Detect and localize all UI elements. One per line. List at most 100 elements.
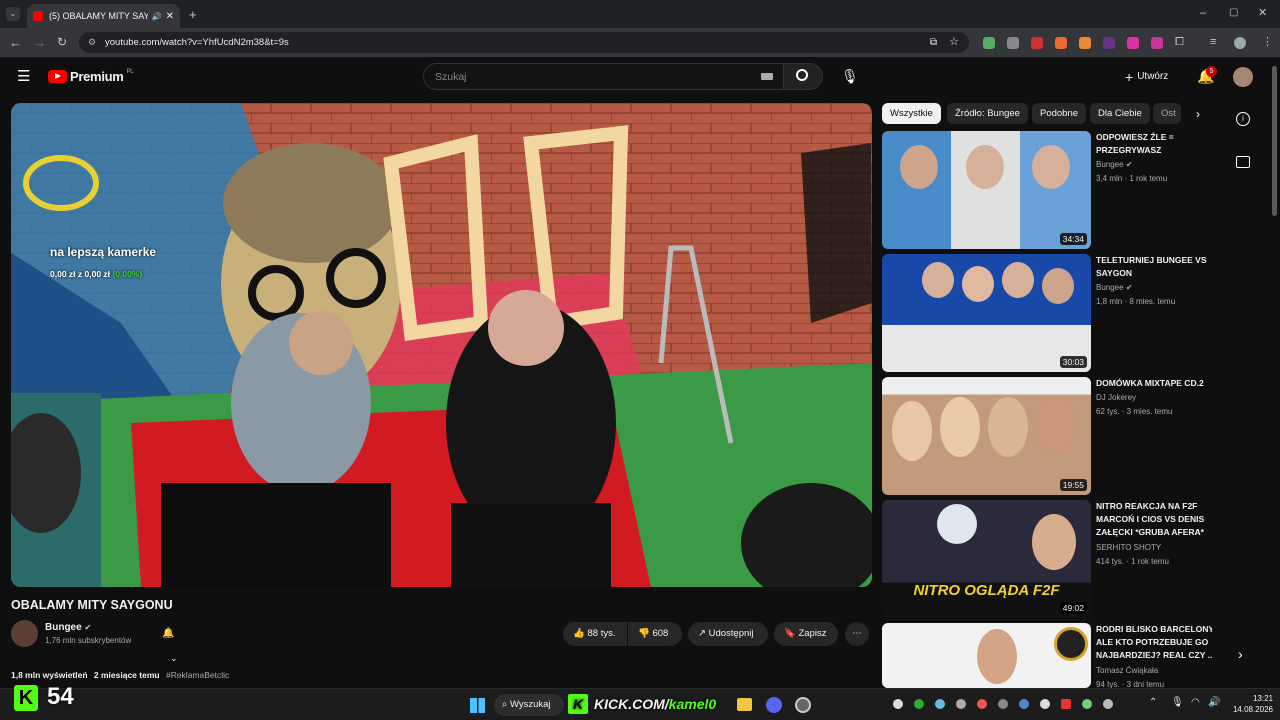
hashtag-link[interactable]: #ReklamaBetclic [166,670,229,680]
chip-recent[interactable]: Ost [1153,103,1181,124]
chip-source[interactable]: Źródło: Bungee [947,103,1028,124]
video-thumbnail[interactable]: 30:03 [882,254,1091,372]
microphone-icon[interactable]: 🎙 [841,69,859,83]
reload-icon[interactable]: ↻ [57,36,67,48]
recommendation-title[interactable]: RODRI BLISKO BARCELONY, ALE KTO POTRZEBU… [1096,623,1212,662]
volume-icon[interactable]: 🔊 [1208,697,1220,708]
clock[interactable]: 13:21 14.08.2026 [1227,693,1273,715]
extension-icon[interactable] [1031,37,1043,49]
video-thumbnail[interactable] [882,623,1091,688]
site-info-icon[interactable]: ⚙ [88,32,96,53]
description-box[interactable]: 1,8 mln wyświetleń 2 miesiące temu #Rekl… [11,670,870,688]
like-button[interactable]: 👍 88 tys. [563,622,627,646]
wifi-icon[interactable]: ◠ [1191,697,1200,708]
tray-app-icon[interactable] [1019,699,1029,709]
video-thumbnail[interactable]: NITRO OGLĄDA F2F 49:02 [882,500,1091,618]
recommendation-title[interactable]: ODPOWIESZ ŹLE = PRZEGRYWASZ [1096,131,1216,157]
share-button[interactable]: ↗ Udostępnij [688,622,768,646]
channel-name[interactable]: Bungee ✔ [45,622,91,633]
start-icon[interactable] [470,698,485,713]
tray-app-icon[interactable] [1082,699,1092,709]
recommendation-title[interactable]: DOMÓWKA MIXTAPE CD.2 [1096,377,1216,390]
recommendation-title[interactable]: NITRO REAKCJA NA F2F MARCOŃ I CIOS VS DE… [1096,500,1216,539]
profile-avatar-icon[interactable] [1234,37,1246,49]
extension-icon[interactable] [983,37,995,49]
extension-icon[interactable] [1079,37,1091,49]
discord-icon[interactable] [766,697,782,713]
chip-similar[interactable]: Podobne [1032,103,1087,124]
minimize-icon[interactable]: – [1200,8,1206,19]
extension-icon[interactable] [1103,37,1115,49]
browser-tab[interactable]: (5) OBALAMY MITY SAYGONU 🔊 ✕ [27,4,180,28]
channel-avatar[interactable] [11,620,38,647]
chrome-icon[interactable] [795,697,811,713]
chat-icon[interactable] [1236,156,1250,168]
forward-icon[interactable]: → [33,36,46,49]
tray-app-icon[interactable] [893,699,903,709]
maximize-icon[interactable]: ▢ [1229,8,1238,18]
extension-icon[interactable] [1055,37,1067,49]
browser-menu-icon[interactable]: ⋮ [1262,37,1273,48]
extensions-puzzle-icon[interactable]: ⧠ [1175,37,1184,48]
tray-app-icon[interactable] [935,699,945,709]
new-tab-icon[interactable]: + [189,8,197,21]
chevron-up-icon[interactable]: ⌃ [1149,697,1157,708]
recommendation-meta: 414 tys. · 1 rok temu [1096,557,1169,566]
tab-close-icon[interactable]: ✕ [166,11,174,22]
tray-app-icon[interactable] [1061,699,1071,709]
tray-app-icon[interactable] [956,699,966,709]
tab-menu-icon[interactable]: ⌄ [6,7,20,21]
video-thumbnail[interactable]: 34:34 [882,131,1091,249]
file-explorer-icon[interactable] [737,698,752,711]
extension-icon[interactable] [1151,37,1163,49]
search-input[interactable]: Szukaj [423,63,784,90]
tray-app-icon[interactable] [998,699,1008,709]
chip-all[interactable]: Wszystkie [882,103,941,124]
install-icon[interactable]: ⧉ [930,32,937,53]
recommendation-title[interactable]: TELETURNIEJ BUNGEE VS SAYGON [1096,254,1216,280]
account-avatar[interactable] [1233,67,1253,87]
create-button[interactable]: + Utwórz [1125,67,1168,87]
tray-app-icon[interactable] [1103,699,1113,709]
create-label: Utwórz [1137,71,1169,82]
speaker-icon[interactable]: 🔊 [152,12,162,21]
close-window-icon[interactable]: ✕ [1258,8,1267,19]
recommendation-card[interactable]: 34:34 ODPOWIESZ ŹLE = PRZEGRYWASZ Bungee… [882,131,1212,249]
address-bar[interactable]: ⚙ youtube.com/watch?v=YhfUcdN2m38&t=9s ⧉… [79,32,969,53]
hamburger-menu-icon[interactable]: ☰ [17,69,30,84]
recommendation-channel[interactable]: Bungee ✔ [1096,283,1133,292]
video-thumbnail[interactable]: 19:55 [882,377,1091,495]
back-icon[interactable]: ← [9,36,22,49]
tray-app-icon[interactable] [914,699,924,709]
recommendation-channel[interactable]: DJ Jokerey [1096,393,1136,402]
bookmark-star-icon[interactable]: ☆ [949,32,959,53]
recommendation-card[interactable]: NITRO OGLĄDA F2F 49:02 NITRO REAKCJA NA … [882,500,1212,618]
subscription-bell-button[interactable]: 🔔 ⌄ [152,622,200,663]
video-player[interactable]: na lepszą kamerke 0,00 zł z 0,00 zł (0.0… [11,103,872,587]
dislike-button[interactable]: 👎 608 [628,622,682,646]
keyboard-icon[interactable] [761,73,773,80]
info-icon[interactable]: i [1236,112,1250,126]
search-button[interactable] [784,63,823,90]
browser-tabbar: ⌄ (5) OBALAMY MITY SAYGONU 🔊 ✕ + – ▢ ✕ [0,0,1280,28]
tray-app-icon[interactable] [1040,699,1050,709]
save-button[interactable]: 🔖 Zapisz [774,622,838,646]
recommendation-card[interactable]: RODRI BLISKO BARCELONY, ALE KTO POTRZEBU… [882,623,1212,688]
recommendation-channel[interactable]: SERHITO SHOTY [1096,543,1161,552]
recommendation-channel[interactable]: Tomasz Ćwiąkała [1096,666,1158,675]
youtube-logo[interactable]: Premium PL [48,69,134,84]
reading-list-icon[interactable]: ≡ [1210,37,1216,48]
extension-icon[interactable] [1127,37,1139,49]
chevron-right-icon[interactable]: › [1196,108,1200,120]
chip-for-you[interactable]: Dla Ciebie [1090,103,1150,124]
chevron-right-icon[interactable]: › [1238,647,1243,661]
recommendation-channel[interactable]: Bungee ✔ [1096,160,1133,169]
extension-icon[interactable] [1007,37,1019,49]
scrollbar[interactable] [1272,66,1277,216]
taskbar-search[interactable]: ⌕ Wyszukaj [494,694,564,716]
more-actions-button[interactable]: ⋯ [845,622,869,646]
recommendation-card[interactable]: 30:03 TELETURNIEJ BUNGEE VS SAYGON Bunge… [882,254,1212,372]
microphone-tray-icon[interactable]: 🎙 [1171,697,1184,708]
recommendation-card[interactable]: 19:55 DOMÓWKA MIXTAPE CD.2 DJ Jokerey 62… [882,377,1212,495]
tray-app-icon[interactable] [977,699,987,709]
